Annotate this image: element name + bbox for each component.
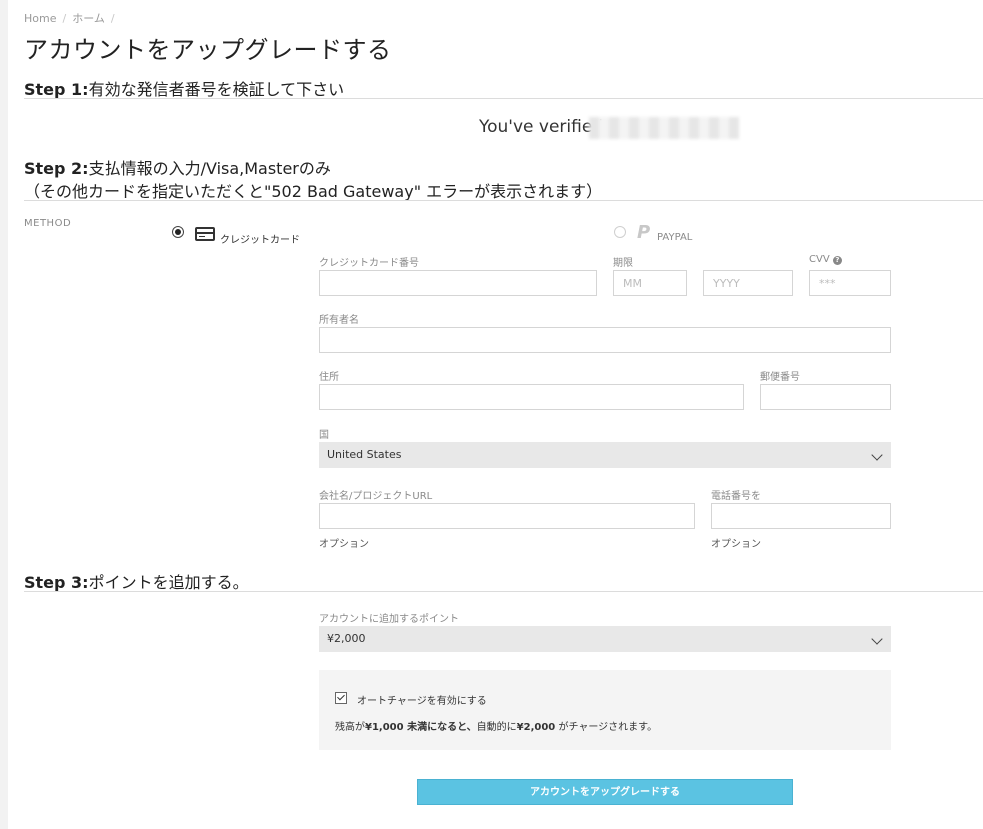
paypal-label[interactable]: PAYPAL: [657, 232, 692, 243]
step1-heading: Step 1:有効な発信者番号を検証して下さい: [24, 80, 345, 99]
method-label: METHOD: [24, 218, 72, 229]
credit-card-icon: [195, 227, 215, 241]
card-number-label: クレジットカード番号: [319, 258, 419, 269]
credit-card-radio[interactable]: [172, 226, 184, 238]
step3-heading: Step 3:ポイントを追加する。: [24, 573, 249, 592]
divider: [24, 200, 983, 201]
zip-label: 郵便番号: [760, 372, 800, 383]
phone-optional: オプション: [711, 539, 761, 550]
cvv-label: CVV ?: [809, 254, 842, 265]
step2-heading: Step 2:支払情報の入力/Visa,Masterのみ: [24, 159, 331, 178]
expiry-year-input[interactable]: [703, 270, 793, 296]
left-edge: [0, 0, 8, 829]
divider: [24, 591, 983, 592]
auto-charge-label[interactable]: オートチャージを有効にする: [357, 692, 487, 707]
address-input[interactable]: [319, 384, 744, 410]
verified-text: You've verified: [479, 117, 604, 137]
zip-input[interactable]: [760, 384, 891, 410]
breadcrumb-home-ja[interactable]: ホーム: [72, 12, 105, 25]
country-label: 国: [319, 430, 329, 441]
help-icon[interactable]: ?: [832, 256, 842, 265]
upgrade-account-button[interactable]: アカウントをアップグレードする: [417, 779, 793, 805]
breadcrumb-home[interactable]: Home: [24, 12, 56, 25]
phone-input[interactable]: [711, 503, 891, 529]
step2-note: （その他カードを指定いただくと"502 Bad Gateway" エラーが表示さ…: [24, 182, 603, 201]
company-input[interactable]: [319, 503, 695, 529]
cvv-input[interactable]: [809, 270, 891, 296]
points-label: アカウントに追加するポイント: [319, 614, 459, 625]
expiry-month-input[interactable]: [613, 270, 687, 296]
company-optional: オプション: [319, 539, 369, 550]
expiry-label: 期限: [613, 258, 633, 269]
auto-charge-panel: オートチャージを有効にする 残高が¥1,000 未満になると、自動的に¥2,00…: [319, 670, 891, 750]
credit-card-label[interactable]: クレジットカード: [220, 231, 300, 246]
redacted-number: [589, 117, 739, 139]
company-label: 会社名/プロジェクトURL: [319, 491, 433, 502]
country-select[interactable]: United States: [319, 442, 891, 468]
address-label: 住所: [319, 372, 339, 383]
auto-charge-checkbox[interactable]: [335, 692, 347, 704]
breadcrumb: Home / ホーム /: [24, 12, 115, 25]
holder-label: 所有者名: [319, 315, 359, 326]
paypal-icon: P: [637, 222, 651, 243]
divider: [24, 98, 983, 99]
card-number-input[interactable]: [319, 270, 597, 296]
phone-label: 電話番号を: [711, 491, 761, 502]
points-select[interactable]: ¥2,000: [319, 626, 891, 652]
holder-input[interactable]: [319, 327, 891, 353]
chevron-down-icon: [871, 449, 883, 461]
page-title: アカウントをアップグレードする: [24, 36, 392, 64]
paypal-radio[interactable]: [614, 226, 626, 238]
main-content: Home / ホーム / アカウントをアップグレードする Step 1:有効な発信者番…: [24, 0, 983, 829]
chevron-down-icon: [871, 633, 883, 645]
auto-charge-note: 残高が¥1,000 未満になると、自動的に¥2,000 がチャージされます。: [335, 722, 658, 733]
